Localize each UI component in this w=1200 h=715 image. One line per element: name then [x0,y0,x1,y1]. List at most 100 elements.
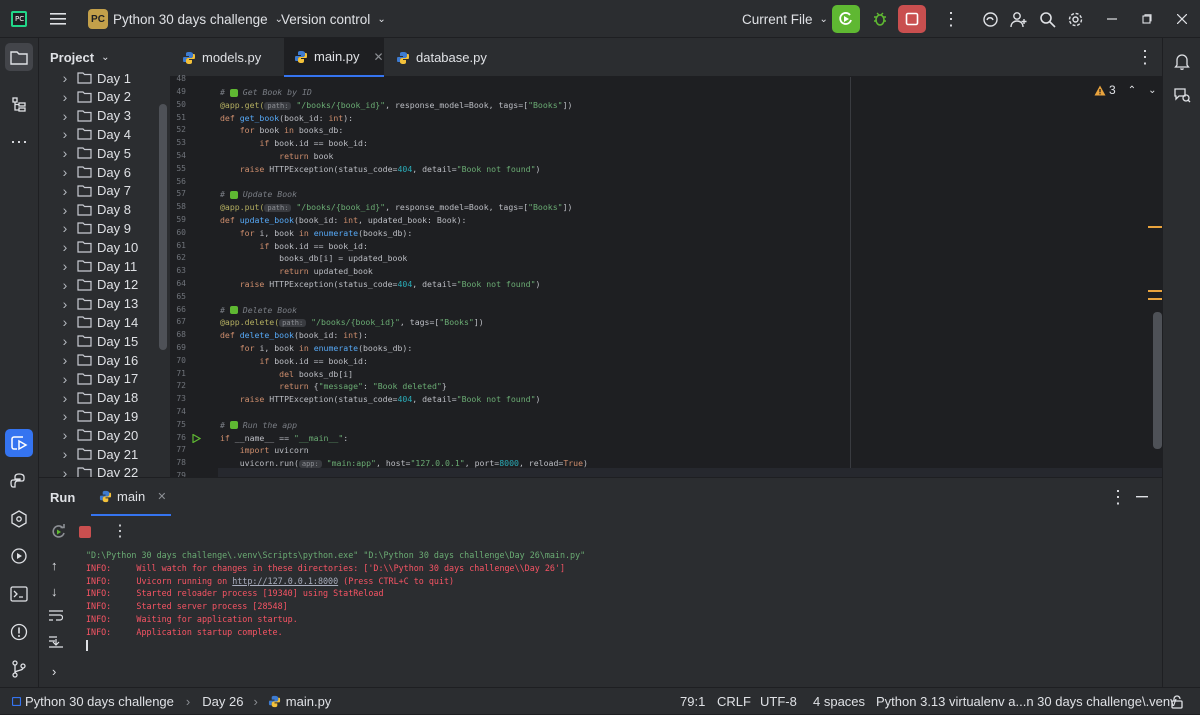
stop-button[interactable] [898,5,926,33]
tab-database-py[interactable]: database.py [386,38,497,77]
chevron-right-icon[interactable]: › [52,664,56,679]
tree-item-folder[interactable]: › Day 20 [39,426,139,445]
line-separator[interactable]: CRLF [717,688,751,715]
arrow-up-icon[interactable]: ↑ [51,558,58,573]
tree-item-folder[interactable]: › Day 8 [39,200,131,219]
arrow-down-icon[interactable]: ↓ [51,584,58,599]
services-run-icon[interactable] [5,542,33,570]
breadcrumb-folder[interactable]: Day 26 [202,694,243,709]
run-console[interactable]: "D:\Python 30 days challenge\.venv\Scrip… [74,548,1162,687]
tree-item-folder[interactable]: › Day 1 [39,69,131,88]
chevron-right-icon[interactable]: › [56,427,74,443]
chevron-right-icon[interactable]: › [56,277,74,293]
rerun-button[interactable] [832,5,860,33]
minimize-window-icon[interactable] [1107,0,1117,38]
restore-window-icon[interactable] [1142,0,1152,38]
chevron-right-icon[interactable]: › [56,352,74,368]
git-branch-icon[interactable] [5,655,33,683]
chevron-right-icon[interactable]: › [56,108,74,124]
project-selector[interactable]: PC Python 30 days challenge ⌄ [88,0,283,38]
hide-panel-icon[interactable] [1136,478,1148,516]
run-config-selector[interactable]: Current File ⌄ [742,0,828,38]
settings-gear-icon[interactable] [1067,0,1084,38]
tree-item-folder[interactable]: › Day 12 [39,275,139,294]
close-window-icon[interactable] [1177,0,1187,38]
chevron-right-icon[interactable]: › [56,296,74,312]
chevron-right-icon[interactable]: › [56,89,74,105]
chevron-right-icon[interactable]: › [56,70,74,86]
tree-item-folder[interactable]: › Day 21 [39,445,139,464]
ai-assistant-icon[interactable] [982,0,999,38]
tree-item-folder[interactable]: › Day 19 [39,407,139,426]
chevron-right-icon[interactable]: › [56,371,74,387]
ai-chat-icon[interactable] [1168,81,1196,109]
close-tab-icon[interactable]: ✕ [157,490,166,503]
tab-main-py[interactable]: main.py ✕ [284,38,384,77]
tree-item-folder[interactable]: › Day 13 [39,294,139,313]
debug-icon[interactable] [866,5,894,33]
chevron-right-icon[interactable]: › [56,126,74,142]
tree-item-folder[interactable]: › Day 5 [39,144,131,163]
chevron-right-icon[interactable]: › [56,258,74,274]
chevron-up-icon[interactable]: ⌃ [1128,85,1136,96]
tree-item-folder[interactable]: › Day 16 [39,351,139,370]
tree-item-folder[interactable]: › Day 18 [39,388,139,407]
tab-models-py[interactable]: models.py [172,38,271,77]
scroll-to-end-icon[interactable] [49,636,63,648]
python-packages-icon[interactable] [5,467,33,495]
tree-item-folder[interactable]: › Day 2 [39,87,131,106]
add-user-icon[interactable] [1010,0,1028,38]
file-encoding[interactable]: UTF-8 [760,688,797,715]
chevron-right-icon[interactable]: › [56,408,74,424]
code-editor[interactable]: 3 ⌃ ⌄ # Get Book by ID @app.get(path: "/… [218,77,1162,477]
more-vertical-icon[interactable]: ⋮ [942,0,960,38]
tree-item-folder[interactable]: › Day 4 [39,125,131,144]
structure-icon[interactable] [5,91,33,119]
stop-icon[interactable] [79,526,91,538]
warning-marker[interactable] [1148,226,1162,228]
more-vertical-icon[interactable]: ⋮ [112,521,128,541]
project-scrollbar[interactable] [159,104,167,350]
tree-item-folder[interactable]: › Day 22 [39,463,138,477]
tree-item-folder[interactable]: › Day 11 [39,257,138,276]
chevron-right-icon[interactable]: › [56,145,74,161]
tab-options-icon[interactable]: ⋮ [1136,38,1154,77]
editor-scrollbar[interactable] [1153,312,1162,449]
run-options-icon[interactable]: ⋮ [1109,478,1127,516]
tree-item-folder[interactable]: › Day 6 [39,163,131,182]
close-tab-icon[interactable]: ✕ [374,50,384,64]
tab-run-main[interactable]: main ✕ [91,478,171,516]
chevron-right-icon[interactable]: › [56,465,74,477]
soft-wrap-icon[interactable] [49,610,63,622]
chevron-right-icon[interactable]: › [56,390,74,406]
lock-icon[interactable] [1171,688,1183,715]
run-tool-icon[interactable] [5,429,33,457]
problems-icon[interactable] [5,618,33,646]
chevron-right-icon[interactable]: › [56,333,74,349]
tree-item-folder[interactable]: › Day 14 [39,313,139,332]
search-icon[interactable] [1039,0,1056,38]
app-logo-icon[interactable]: PC [10,0,28,38]
chevron-right-icon[interactable]: › [56,183,74,199]
rerun-icon[interactable] [51,524,67,540]
indent-setting[interactable]: 4 spaces [813,688,865,715]
services-icon[interactable] [5,505,33,533]
console-link[interactable]: http://127.0.0.1:8000 [232,576,338,586]
python-interpreter[interactable]: Python 3.13 virtualenv a...n 30 days cha… [876,688,1177,715]
main-menu-icon[interactable] [50,0,68,38]
chevron-right-icon[interactable]: › [56,239,74,255]
tree-item-folder[interactable]: › Day 3 [39,106,131,125]
chevron-right-icon[interactable]: › [56,164,74,180]
caret-position[interactable]: 79:1 [680,688,705,715]
run-gutter-icon[interactable] [192,433,201,443]
chevron-right-icon[interactable]: › [56,202,74,218]
terminal-icon[interactable] [5,580,33,608]
tree-item-folder[interactable]: › Day 9 [39,219,131,238]
inspection-widget[interactable]: 3 ⌃ ⌄ [1094,83,1156,97]
tree-item-folder[interactable]: › Day 10 [39,238,139,257]
warning-marker[interactable] [1148,290,1162,292]
tree-item-folder[interactable]: › Day 7 [39,181,131,200]
tree-item-folder[interactable]: › Day 17 [39,369,139,388]
more-tools-icon[interactable]: ⋯ [5,128,33,156]
breadcrumb-file[interactable]: main.py [286,694,332,709]
